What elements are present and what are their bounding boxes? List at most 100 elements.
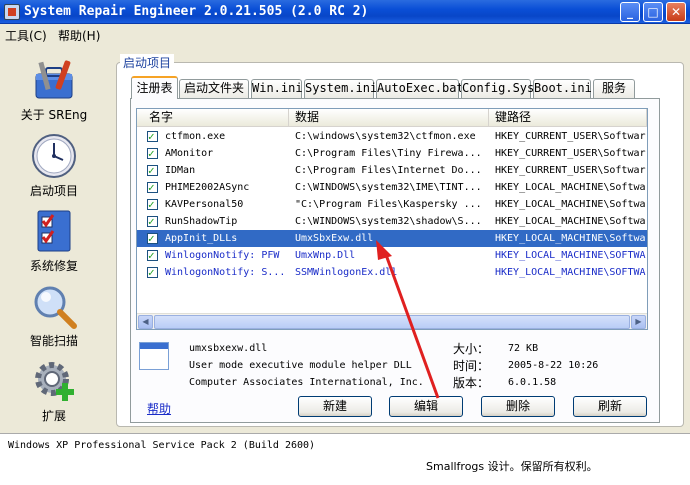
new-button[interactable]: 新建 (298, 396, 372, 417)
menu-tools[interactable]: 工具(C) (5, 27, 47, 44)
app-icon (4, 4, 20, 20)
row-data: UmxSbxExw.dll (295, 233, 374, 244)
maximize-button[interactable]: □ (643, 2, 663, 22)
window-title: System Repair Engineer 2.0.21.505 (2.0 R… (24, 4, 369, 19)
tab-config-sys[interactable]: Config.Sys (461, 79, 534, 98)
row-path: HKEY_CURRENT_USER\Softwar (495, 148, 646, 159)
sidebar-item-label: 启动项目 (29, 184, 78, 198)
row-data: C:\WINDOWS\system32\IME\TINT... (295, 182, 482, 193)
tab-startup-folder[interactable]: 启动文件夹 (179, 79, 249, 98)
row-data: C:\windows\system32\ctfmon.exe (295, 131, 476, 142)
row-checkbox[interactable] (147, 145, 158, 162)
column-header-path[interactable]: 键路径 (489, 109, 647, 127)
tab-system-ini[interactable]: System.ini (304, 79, 377, 98)
row-checkbox[interactable] (147, 213, 158, 230)
row-data: C:\Program Files\Tiny Firewa... (295, 148, 482, 159)
menu-help[interactable]: 帮助(H) (58, 27, 100, 44)
row-data: "C:\Program Files\Kaspersky ... (295, 199, 482, 210)
status-area: Windows XP Professional Service Pack 2 (… (0, 433, 690, 485)
column-header-name[interactable]: 名字 (137, 109, 289, 127)
table-row[interactable]: WinlogonNotify: S... SSMWinlogonEx.dll H… (137, 264, 647, 281)
edit-button[interactable]: 编辑 (389, 396, 463, 417)
detail-filename: umxsbxexw.dll (189, 343, 268, 354)
row-checkbox[interactable] (147, 196, 158, 213)
table-row[interactable]: AMonitor C:\Program Files\Tiny Firewa...… (137, 145, 647, 162)
sidebar-item-repair[interactable]: 系统修复 (0, 207, 108, 274)
minimize-button[interactable]: _ (620, 2, 640, 22)
row-data: UmxWnp.Dll (295, 250, 356, 261)
close-button[interactable]: ✕ (666, 2, 686, 22)
row-path: HKEY_LOCAL_MACHINE\Softwa (495, 199, 646, 210)
scroll-thumb[interactable] (154, 315, 630, 329)
row-data: C:\WINDOWS\system32\shadow\S... (295, 216, 482, 227)
table-row-selected[interactable]: AppInit_DLLs UmxSbxExw.dll HKEY_LOCAL_MA… (137, 230, 647, 247)
row-path: HKEY_LOCAL_MACHINE\Softwa (495, 233, 646, 244)
sidebar-item-extend[interactable]: 扩展 (0, 357, 108, 424)
row-name: AppInit_DLLs (165, 233, 238, 244)
time-label: 时间： (453, 359, 490, 373)
tab-services[interactable]: 服务 (593, 79, 635, 98)
row-data: SSMWinlogonEx.dll (295, 267, 398, 278)
row-name: IDMan (165, 165, 196, 176)
sidebar-item-startup[interactable]: 启动项目 (0, 132, 108, 199)
tab-win-ini[interactable]: Win.ini (251, 79, 303, 98)
table-row[interactable]: ctfmon.exe C:\windows\system32\ctfmon.ex… (137, 128, 647, 145)
refresh-button[interactable]: 刷新 (573, 396, 647, 417)
version-value: 6.0.1.58 (508, 377, 557, 388)
row-data: C:\Program Files\Internet Do... (295, 165, 482, 176)
row-path: HKEY_LOCAL_MACHINE\SOFTWA (495, 267, 646, 278)
detail-description: User mode executive module helper DLL (189, 360, 412, 371)
magnifier-icon (30, 282, 78, 330)
row-checkbox[interactable] (147, 128, 158, 145)
startup-list[interactable]: 名字 数据 键路径 ctfmon.exe C:\windows\system32… (136, 108, 648, 330)
row-path: HKEY_LOCAL_MACHINE\SOFTWA (495, 250, 646, 261)
sidebar-item-scan[interactable]: 智能扫描 (0, 282, 108, 349)
row-name: RunShadowTip (165, 216, 238, 227)
title-bar[interactable]: System Repair Engineer 2.0.21.505 (2.0 R… (0, 0, 690, 24)
version-label: 版本： (453, 376, 490, 390)
checklist-icon (30, 207, 78, 255)
sidebar-item-label: 扩展 (41, 409, 66, 423)
table-row[interactable]: PHIME2002ASync C:\WINDOWS\system32\IME\T… (137, 179, 647, 196)
tab-autoexec-bat[interactable]: AutoExec.bat (376, 79, 464, 98)
scroll-left-icon[interactable]: ◀ (138, 315, 153, 329)
clock-icon (30, 132, 78, 180)
row-path: HKEY_LOCAL_MACHINE\Softwa (495, 182, 646, 193)
sidebar-item-about[interactable]: 关于 SREng (0, 56, 108, 123)
column-header-data[interactable]: 数据 (289, 109, 489, 127)
menu-bar: 工具(C) 帮助(H) (0, 24, 690, 44)
row-name: PHIME2002ASync (165, 182, 250, 193)
tab-boot-ini[interactable]: Boot.ini (533, 79, 592, 98)
row-path: HKEY_CURRENT_USER\Softwar (495, 165, 646, 176)
row-path: HKEY_CURRENT_USER\Softwar (495, 131, 646, 142)
row-name: KAVPersonal50 (165, 199, 244, 210)
sidebar: 关于 SREng 启动项目 系统修复 智能扫描 扩展 (0, 44, 108, 433)
row-name: WinlogonNotify: S... (165, 267, 286, 278)
scroll-right-icon[interactable]: ▶ (631, 315, 646, 329)
table-row[interactable]: WinlogonNotify: PFW UmxWnp.Dll HKEY_LOCA… (137, 247, 647, 264)
sidebar-item-label: 智能扫描 (29, 334, 78, 348)
help-link[interactable]: 帮助 (147, 400, 171, 417)
time-value: 2005-8-22 10:26 (508, 360, 599, 371)
row-checkbox[interactable] (147, 247, 158, 264)
sidebar-item-label: 关于 SREng (20, 108, 88, 122)
tab-registry[interactable]: 注册表 (131, 76, 178, 99)
table-row[interactable]: IDMan C:\Program Files\Internet Do... HK… (137, 162, 647, 179)
row-checkbox[interactable] (147, 230, 158, 247)
table-row[interactable]: RunShadowTip C:\WINDOWS\system32\shadow\… (137, 213, 647, 230)
size-value: 72 KB (508, 343, 539, 354)
row-name: AMonitor (165, 148, 214, 159)
horizontal-scrollbar[interactable]: ◀ ▶ (137, 313, 647, 329)
size-label: 大小： (453, 342, 490, 356)
sidebar-item-label: 系统修复 (29, 259, 78, 273)
row-checkbox[interactable] (147, 179, 158, 196)
row-name: WinlogonNotify: PFW (165, 250, 280, 261)
list-header: 名字 数据 键路径 (137, 109, 647, 127)
row-name: ctfmon.exe (165, 131, 226, 142)
row-checkbox[interactable] (147, 162, 158, 179)
delete-button[interactable]: 删除 (481, 396, 555, 417)
os-info: Windows XP Professional Service Pack 2 (… (8, 440, 316, 451)
row-checkbox[interactable] (147, 264, 158, 281)
table-row[interactable]: KAVPersonal50 "C:\Program Files\Kaspersk… (137, 196, 647, 213)
file-icon (139, 342, 169, 370)
